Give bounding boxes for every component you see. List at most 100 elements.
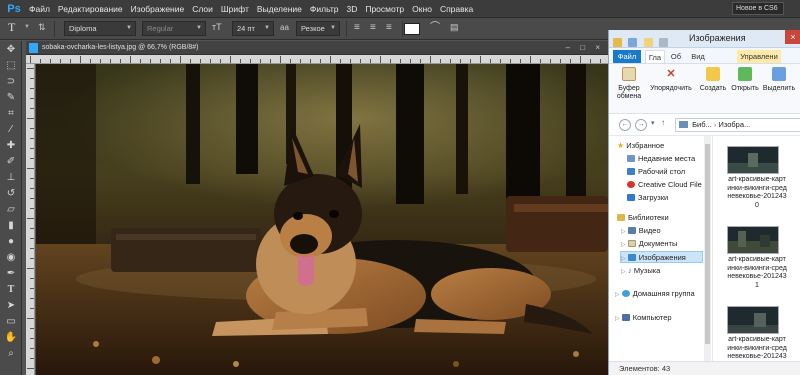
menu-window[interactable]: Окно: [412, 4, 432, 14]
tab-file[interactable]: Файл: [613, 50, 641, 63]
open-button[interactable]: Открыть: [727, 67, 763, 111]
gradient-tool-icon[interactable]: ▮: [3, 219, 19, 233]
tab-share[interactable]: Об: [667, 50, 685, 63]
forward-arrow-icon[interactable]: →: [635, 119, 647, 131]
vertical-ruler[interactable]: [26, 64, 35, 375]
close-icon[interactable]: ×: [785, 30, 800, 44]
quick-select-tool-icon[interactable]: ✎: [3, 91, 19, 105]
nav-recent[interactable]: Недавние места: [627, 153, 695, 165]
nav-computer[interactable]: ▷ Компьютер: [615, 312, 672, 324]
nav-music[interactable]: ▷ ♪ Музыка: [621, 265, 660, 277]
nav-video[interactable]: ▷ Видео: [621, 225, 661, 237]
explorer-window: Изображения × Файл Гла Об Вид Управлени …: [608, 30, 800, 375]
nav-favorites[interactable]: ★ Избранное: [617, 140, 664, 152]
nav-favorites-label: Избранное: [626, 141, 665, 150]
organize-button[interactable]: ✕ Упорядочить: [649, 67, 693, 111]
nav-documents[interactable]: ▷ Документы: [621, 238, 677, 250]
menu-edit[interactable]: Редактирование: [58, 4, 123, 14]
nav-homegroup[interactable]: ▷ Домашняя группа: [615, 288, 695, 300]
nav-images[interactable]: ▷ Изображения: [620, 251, 703, 263]
recent-locations-icon[interactable]: ▾: [651, 119, 655, 127]
tab-home[interactable]: Гла: [645, 50, 665, 63]
lasso-tool-icon[interactable]: ⊃: [3, 75, 19, 89]
shape-tool-icon[interactable]: ▭: [3, 315, 19, 329]
menu-help[interactable]: Справка: [440, 4, 473, 14]
character-panel-icon[interactable]: ▤: [450, 21, 459, 36]
quick-access-toolbar: [613, 34, 673, 47]
align-left-icon[interactable]: ≡: [354, 21, 366, 36]
nav-music-label: Музыка: [633, 266, 661, 275]
properties-icon[interactable]: [628, 38, 638, 47]
nav-libraries[interactable]: Библиотеки: [617, 212, 669, 224]
align-right-icon[interactable]: ≡: [386, 21, 398, 36]
document-window-controls[interactable]: – □ ×: [566, 41, 604, 55]
warp-text-icon[interactable]: ⌒: [430, 21, 440, 36]
eyedropper-tool-icon[interactable]: ⁄: [3, 123, 19, 137]
menu-layers[interactable]: Слои: [192, 4, 213, 14]
marquee-tool-icon[interactable]: ⬚: [3, 59, 19, 73]
menu-3d[interactable]: 3D: [346, 4, 357, 14]
move-tool-icon[interactable]: ✥: [3, 43, 19, 57]
align-center-icon[interactable]: ≡: [370, 21, 382, 36]
healing-brush-tool-icon[interactable]: ✚: [3, 139, 19, 153]
menu-filter[interactable]: Фильтр: [310, 4, 339, 14]
dodge-tool-icon[interactable]: ◉: [3, 251, 19, 265]
create-button[interactable]: Создать: [695, 67, 731, 111]
select-button[interactable]: Выделить: [761, 67, 797, 111]
ruler-tick: [30, 198, 34, 199]
dropdown-icon[interactable]: [659, 38, 669, 47]
file-item[interactable]: art-красивые-картинки-викинги-средневеко…: [727, 226, 787, 290]
menu-image[interactable]: Изображение: [131, 4, 185, 14]
clipboard-button[interactable]: Буфер обмена: [611, 67, 647, 111]
font-style-select[interactable]: Regular ▼: [142, 21, 206, 36]
scrollbar-thumb[interactable]: [705, 144, 710, 344]
eraser-tool-icon[interactable]: ▱: [3, 203, 19, 217]
history-brush-tool-icon[interactable]: ↺: [3, 187, 19, 201]
type-tool-icon[interactable]: T: [3, 283, 19, 297]
up-arrow-icon[interactable]: ↑: [661, 118, 665, 127]
menu-file[interactable]: Файл: [29, 4, 50, 14]
hand-tool-icon[interactable]: ✋: [3, 331, 19, 345]
clone-stamp-tool-icon[interactable]: ⊥: [3, 171, 19, 185]
tab-view[interactable]: Вид: [687, 50, 709, 63]
nav-desktop[interactable]: Рабочий стол: [627, 166, 685, 178]
menu-type[interactable]: Шрифт: [221, 4, 249, 14]
back-arrow-icon[interactable]: ←: [619, 119, 631, 131]
workspace-switcher[interactable]: Новое в CS6: [732, 2, 784, 15]
font-family-select[interactable]: Diploma ▼: [64, 21, 136, 36]
orientation-toggle-icon[interactable]: ⇅: [38, 21, 46, 36]
nav-creative-cloud[interactable]: Creative Cloud File: [627, 179, 702, 191]
ruler-tick: [30, 348, 34, 349]
tab-manage[interactable]: Управлени: [737, 50, 781, 63]
horizontal-ruler[interactable]: [26, 55, 608, 64]
font-size-select[interactable]: 24 пт ▼: [232, 21, 274, 36]
ruler-tick: [70, 59, 71, 63]
breadcrumb-images[interactable]: Изобра...: [718, 120, 750, 129]
antialias-select[interactable]: Резкое ▼: [296, 21, 340, 36]
divider: [346, 21, 347, 37]
path-select-tool-icon[interactable]: ➤: [3, 299, 19, 313]
document-canvas[interactable]: [36, 64, 608, 375]
document-tab[interactable]: sobaka-ovcharka-les-listya.jpg @ 66,7% (…: [26, 41, 608, 55]
blur-tool-icon[interactable]: ●: [3, 235, 19, 249]
file-item[interactable]: art-красивые-картинки-викинги-средневеко…: [727, 146, 787, 210]
select-label: Выделить: [762, 85, 796, 92]
brush-tool-icon[interactable]: ✐: [3, 155, 19, 169]
menu-view[interactable]: Просмотр: [365, 4, 404, 14]
zoom-tool-icon[interactable]: ⌕: [3, 347, 19, 361]
breadcrumb-libraries[interactable]: Биб...: [692, 120, 712, 129]
menu-select[interactable]: Выделение: [257, 4, 302, 14]
type-tool-preset-icon[interactable]: T: [8, 21, 22, 36]
ruler-tick: [190, 59, 191, 63]
text-color-swatch[interactable]: [404, 23, 420, 35]
file-name: art-красивые-картинки-викинги-средневеко…: [727, 256, 787, 289]
nav-downloads[interactable]: Загрузки: [627, 192, 668, 204]
navigation-scrollbar[interactable]: [704, 136, 711, 371]
new-folder-icon[interactable]: [643, 38, 653, 47]
ruler-tick: [30, 138, 34, 139]
crop-tool-icon[interactable]: ⌗: [3, 107, 19, 121]
explorer-title-bar[interactable]: Изображения ×: [609, 30, 800, 48]
pen-tool-icon[interactable]: ✒: [3, 267, 19, 281]
chevron-down-icon[interactable]: ▼: [24, 21, 30, 36]
address-path[interactable]: Биб... › Изобра...: [675, 118, 800, 132]
